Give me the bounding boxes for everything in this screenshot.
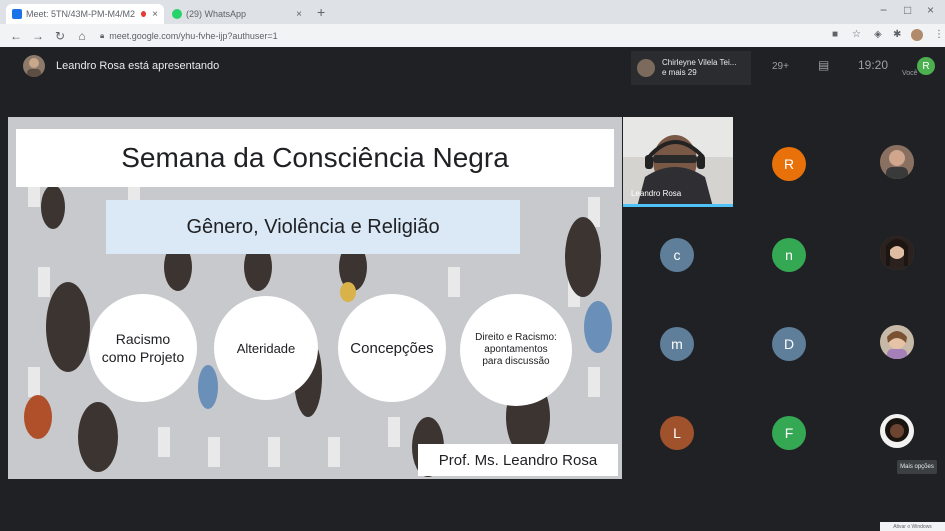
close-window-button[interactable]: × (927, 3, 934, 17)
address-bar[interactable]: 🔒︎ meet.google.com/yhu-fvhe-ijp?authuser… (100, 31, 278, 41)
topic-text: Alteridade (236, 340, 296, 356)
more-options-button[interactable]: Mais opções (897, 460, 937, 474)
participant-count: 29+ (772, 61, 789, 72)
topic-circle-concepcoes: Concepções (338, 294, 446, 402)
profile-avatar[interactable] (911, 29, 923, 41)
star-icon[interactable]: ☆ (852, 29, 861, 40)
windows-activation-note: Ativar o Windows (880, 522, 945, 531)
home-icon[interactable]: ⌂ (76, 29, 88, 43)
topic-text: apontamentos (484, 344, 548, 355)
address-bar-row: ← → ↻ ⌂ 🔒︎ meet.google.com/yhu-fvhe-ijp?… (0, 24, 945, 47)
people-icon[interactable]: 29+ (772, 58, 789, 72)
participant-initial: R (783, 156, 795, 172)
self-avatar[interactable]: R (917, 57, 935, 75)
presenter-camera-tile[interactable]: Leandro Rosa (623, 117, 733, 207)
browser-chrome: Meet: 5TN/43M-PM-M4/M2 × (29) WhatsApp ×… (0, 0, 945, 47)
url-text: meet.google.com/yhu-fvhe-ijp?authuser=1 (109, 30, 278, 41)
avatar (880, 236, 914, 270)
recording-dot-icon (141, 11, 147, 17)
participant-tile-c[interactable]: c (660, 238, 694, 272)
participant-photo-2[interactable] (880, 236, 914, 270)
tab-bar: Meet: 5TN/43M-PM-M4/M2 × (29) WhatsApp ×… (0, 0, 945, 24)
participant-photo-1[interactable] (880, 145, 914, 179)
participant-initial: m (671, 336, 683, 352)
participant-photo-4[interactable] (880, 414, 914, 448)
forward-icon[interactable]: → (32, 29, 44, 43)
slide-title: Semana da Consciência Negra (121, 142, 509, 173)
presentation-slide: Semana da Consciência Negra Gênero, Viol… (8, 117, 622, 479)
you-label: Você (902, 70, 918, 77)
people-preview[interactable]: Chirleyne Vilela Tei... e mais 29 (631, 51, 751, 85)
tab-whatsapp-label: (29) WhatsApp (186, 9, 247, 19)
slide-title-box: Semana da Consciência Negra (16, 129, 614, 187)
new-tab-button[interactable]: + (317, 4, 325, 20)
people-preview-more: e mais 29 (662, 68, 697, 77)
presenting-banner: Leandro Rosa está apresentando (56, 60, 220, 72)
avatar (637, 59, 655, 77)
camera-tile-name: Leandro Rosa (631, 189, 682, 198)
presenter-avatar (23, 55, 45, 77)
participant-tile-f[interactable]: F (772, 416, 806, 450)
people-preview-text: Chirleyne Vilela Tei... e mais 29 (662, 58, 736, 78)
participant-tile-r[interactable]: R (772, 147, 806, 181)
tab-close-icon[interactable]: × (296, 9, 302, 20)
participant-initial: n (785, 247, 793, 263)
slide-author: Prof. Ms. Leandro Rosa (438, 451, 598, 469)
topic-text: para discussão (482, 356, 550, 367)
avatar (880, 145, 914, 179)
chat-icon[interactable]: ▤ (818, 58, 829, 72)
extension-icon[interactable]: ◈ (874, 29, 882, 40)
topic-circle-racismo: Racismo como Projeto (89, 294, 197, 402)
topic-circle-direito: Direito e Racismo: apontamentos para dis… (460, 294, 572, 406)
topic-text: Racismo (115, 331, 171, 347)
slide-subtitle: Gênero, Violência e Religião (186, 215, 440, 238)
tab-meet[interactable]: Meet: 5TN/43M-PM-M4/M2 × (6, 4, 164, 24)
video-camera-icon[interactable]: ■ (832, 29, 838, 40)
participant-tile-l[interactable]: L (660, 416, 694, 450)
tab-whatsapp[interactable]: (29) WhatsApp × (166, 4, 308, 24)
menu-icon[interactable]: ⋮ (934, 29, 944, 40)
lock-icon: 🔒︎ (100, 30, 105, 40)
maximize-button[interactable]: □ (904, 3, 911, 17)
topic-circle-alteridade: Alteridade (214, 296, 318, 400)
topic-text: Direito e Racismo: (475, 332, 557, 343)
reload-icon[interactable]: ↻ (54, 29, 66, 43)
participant-initial: F (784, 425, 794, 441)
tab-meet-label: Meet: 5TN/43M-PM-M4/M2 (26, 9, 136, 19)
slide-author-box: Prof. Ms. Leandro Rosa (418, 444, 618, 476)
participant-tile-m[interactable]: m (660, 327, 694, 361)
person-icon (27, 58, 41, 77)
participant-initial: D (783, 336, 795, 352)
participant-tile-n[interactable]: n (772, 238, 806, 272)
topic-text: como Projeto (101, 349, 185, 365)
whatsapp-tab-icon (172, 9, 182, 19)
avatar (880, 414, 914, 448)
people-preview-name: Chirleyne Vilela Tei... (662, 58, 737, 67)
participant-initial: L (673, 425, 681, 441)
participant-initial: c (673, 247, 681, 263)
slide-subtitle-box: Gênero, Violência e Religião (106, 200, 520, 254)
participant-photo-3[interactable] (880, 325, 914, 359)
minimize-button[interactable]: − (880, 3, 887, 17)
meet-tab-icon (12, 9, 22, 19)
participant-tile-d[interactable]: D (772, 327, 806, 361)
clock: 19:20 (858, 58, 889, 72)
avatar (880, 325, 914, 359)
meet-bottom-bar (0, 479, 945, 531)
puzzle-icon[interactable]: ✱ (893, 29, 901, 40)
back-icon[interactable]: ← (10, 29, 22, 43)
tab-close-icon[interactable]: × (152, 9, 158, 20)
topic-text: Concepções (350, 339, 434, 357)
